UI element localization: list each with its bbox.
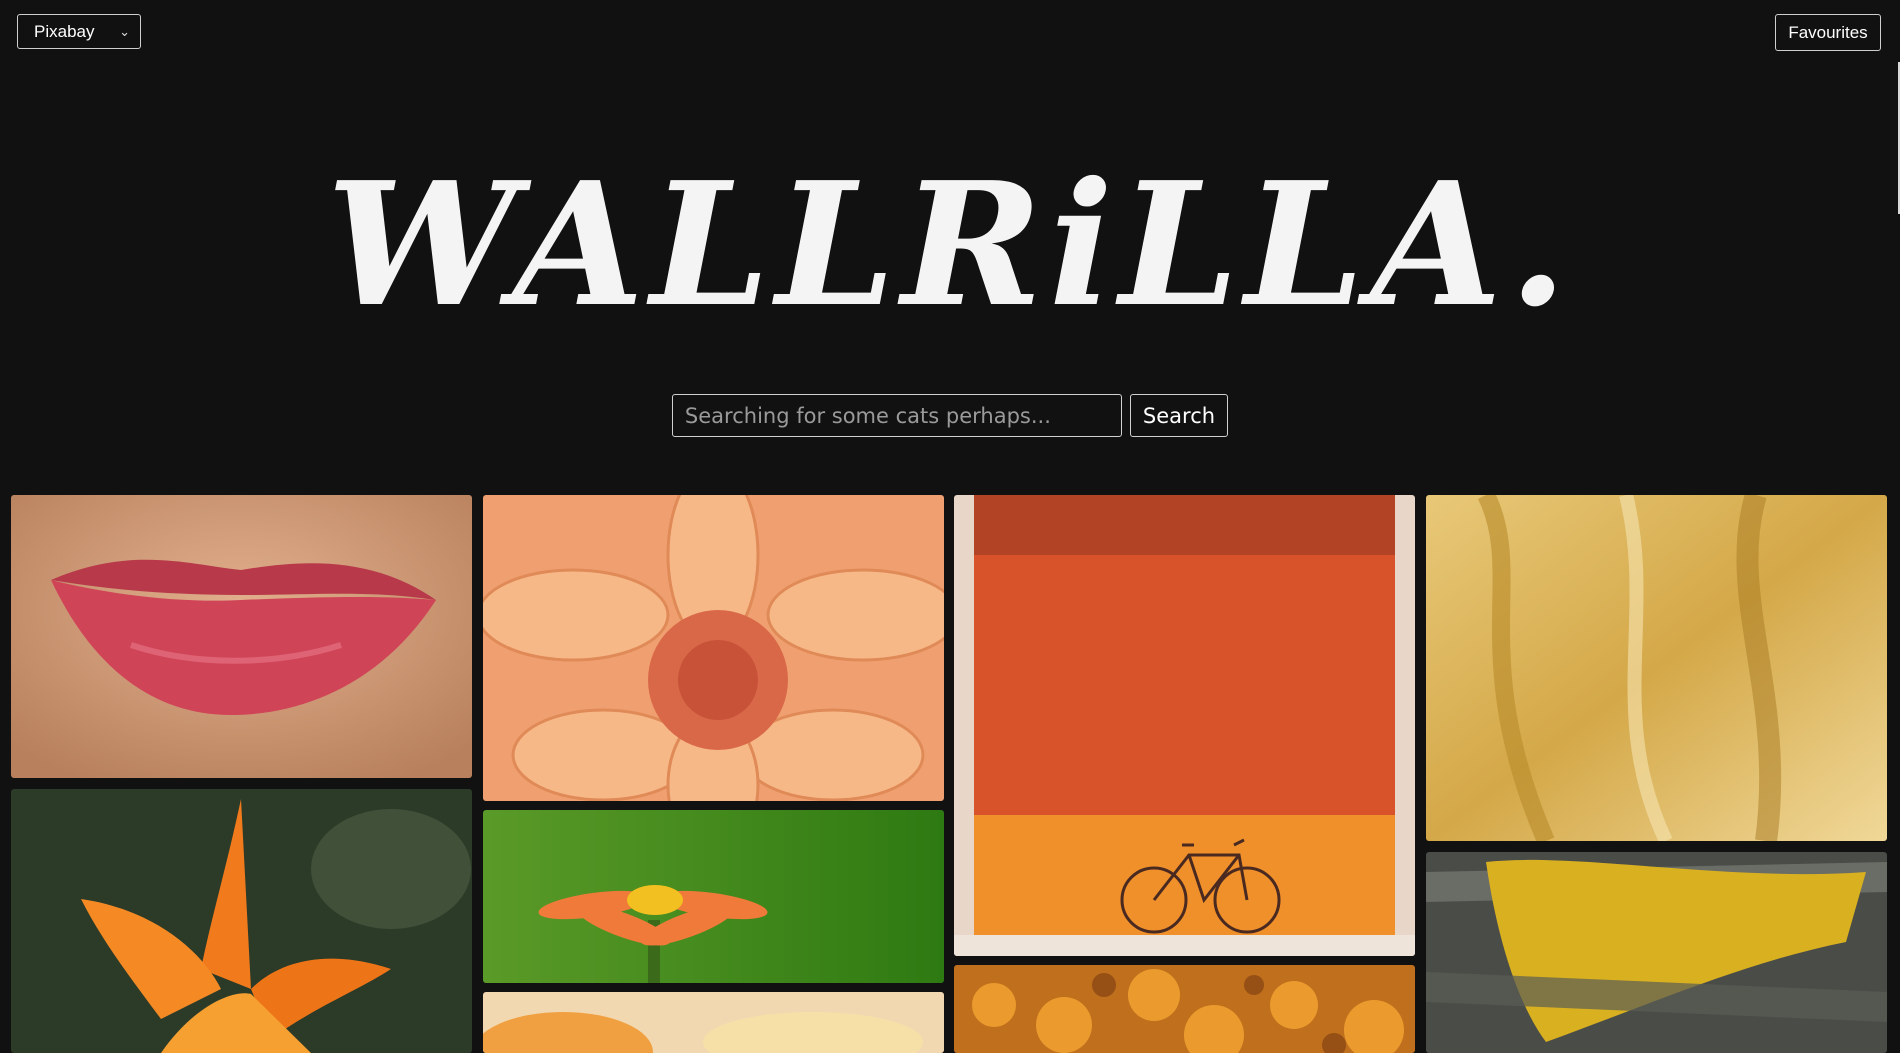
- image-gallery: [11, 495, 1889, 1053]
- gallery-image-lips[interactable]: [11, 495, 472, 778]
- site-logo: WALLRiLLA.: [326, 145, 1574, 345]
- gallery-image-bicycle[interactable]: [954, 495, 1415, 956]
- gallery-image-lichen[interactable]: [1426, 852, 1887, 1053]
- gallery-image-beads[interactable]: [954, 965, 1415, 1053]
- search-input[interactable]: [671, 394, 1122, 437]
- gallery-image-dahlia[interactable]: [483, 495, 944, 801]
- gallery-image-orange-slices[interactable]: [483, 992, 944, 1053]
- gallery-image-zinnia[interactable]: [483, 810, 944, 983]
- gallery-image-lily[interactable]: [11, 789, 472, 1053]
- chevron-down-icon: ⌄: [119, 23, 130, 39]
- favourites-button[interactable]: Favourites: [1775, 14, 1881, 51]
- source-select-value: Pixabay: [34, 21, 95, 41]
- search-bar: Search: [0, 394, 1900, 437]
- search-button[interactable]: Search: [1129, 394, 1229, 437]
- image-source-select[interactable]: Pixabay ⌄: [17, 14, 141, 49]
- gallery-image-golden-fabric[interactable]: [1426, 495, 1887, 841]
